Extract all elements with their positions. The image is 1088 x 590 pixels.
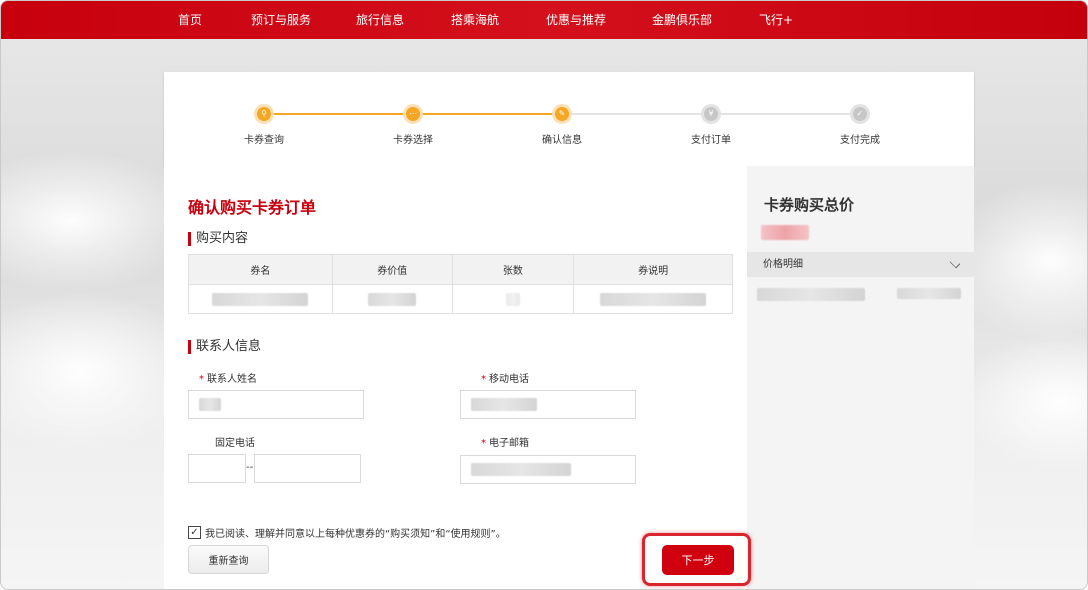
background-cloud xyxy=(961,331,1087,471)
table-cell-redacted xyxy=(331,284,453,314)
requery-button[interactable]: 重新查询 xyxy=(188,545,269,574)
page-frame: 首页 预订与服务 旅行信息 搭乘海航 优惠与推荐 金鹏俱乐部 飞行+ ⚲ 卡券查… xyxy=(0,0,1088,590)
step-label: 确认信息 xyxy=(542,135,582,146)
table-cell-redacted xyxy=(451,284,575,314)
total-price-title: 卡券购买总价 xyxy=(764,196,855,214)
email-label: * 电子邮箱 xyxy=(481,438,529,449)
step-card-select: ⋯ 卡券选择 xyxy=(373,104,453,146)
step-pay-complete: ✓ 支付完成 xyxy=(820,104,900,146)
step-label: 卡券查询 xyxy=(244,135,284,146)
price-detail-toggle[interactable]: 价格明细 xyxy=(747,252,974,277)
nav-item-travel-info[interactable]: 旅行信息 xyxy=(356,11,404,28)
contact-name-label: * 联系人姓名 xyxy=(199,374,257,385)
total-price-redacted xyxy=(761,225,809,240)
page-title: 确认购买卡券订单 xyxy=(188,198,317,217)
table-row xyxy=(188,284,733,314)
section-title-contact: 联系人信息 xyxy=(188,340,261,354)
nav-item-home[interactable]: 首页 xyxy=(178,11,202,28)
table-cell-redacted xyxy=(573,284,733,314)
step-card-query: ⚲ 卡券查询 xyxy=(224,104,304,146)
agree-checkbox[interactable]: ✓ xyxy=(188,526,201,539)
step-confirm-info: ✎ 确认信息 xyxy=(522,104,602,146)
column-header-description: 券说明 xyxy=(573,254,733,285)
column-header-count: 张数 xyxy=(451,254,575,285)
order-form-panel: 确认购买卡券订单 购买内容 券名 券价值 张数 券说明 联系人信息 * 联系人姓… xyxy=(164,166,747,589)
search-icon: ⚲ xyxy=(254,104,274,124)
mobile-phone-label: * 移动电话 xyxy=(481,374,529,385)
contact-name-input[interactable] xyxy=(188,390,364,419)
currency-icon: ¥ xyxy=(701,104,721,124)
phone-separator: -- xyxy=(246,462,254,473)
table-cell-redacted xyxy=(188,284,333,314)
nav-item-boarding[interactable]: 搭乘海航 xyxy=(451,11,499,28)
price-detail-item-redacted xyxy=(757,288,865,301)
column-header-name: 券名 xyxy=(188,254,333,285)
chevron-down-icon xyxy=(949,257,961,269)
step-pay-order: ¥ 支付订单 xyxy=(671,104,751,146)
progress-steps: ⚲ 卡券查询 ⋯ 卡券选择 ✎ 确认信息 ¥ 支付订单 ✓ 支付完成 xyxy=(164,72,974,166)
ellipsis-icon: ⋯ xyxy=(403,104,423,124)
landline-area-code-input[interactable] xyxy=(188,454,246,483)
edit-icon: ✎ xyxy=(552,104,572,124)
landline-number-input[interactable] xyxy=(254,454,361,483)
mobile-phone-input[interactable] xyxy=(460,390,636,419)
column-header-value: 券价值 xyxy=(331,254,453,285)
next-step-button[interactable]: 下一步 xyxy=(662,545,734,575)
nav-item-booking[interactable]: 预订与服务 xyxy=(251,11,311,28)
purchase-table: 券名 券价值 张数 券说明 xyxy=(188,254,733,314)
top-navigation: 首页 预订与服务 旅行信息 搭乘海航 优惠与推荐 金鹏俱乐部 飞行+ xyxy=(1,1,1087,39)
price-summary-panel: 卡券购买总价 价格明细 xyxy=(747,166,974,589)
nav-item-fly-plus[interactable]: 飞行+ xyxy=(759,11,793,28)
email-input[interactable] xyxy=(460,455,636,484)
landline-phone-label: 固定电话 xyxy=(215,438,255,449)
step-label: 卡券选择 xyxy=(393,135,433,146)
step-label: 支付完成 xyxy=(840,135,880,146)
price-detail-label: 价格明细 xyxy=(763,259,803,270)
step-label: 支付订单 xyxy=(691,135,731,146)
price-detail-amount-redacted xyxy=(897,288,961,299)
check-icon: ✓ xyxy=(850,104,870,124)
agree-text: 我已阅读、理解并同意以上每种优惠券的“购买须知”和“使用规则”。 xyxy=(205,529,506,540)
nav-item-club[interactable]: 金鹏俱乐部 xyxy=(652,11,712,28)
section-title-purchase: 购买内容 xyxy=(188,232,248,246)
nav-item-offers[interactable]: 优惠与推荐 xyxy=(546,11,606,28)
